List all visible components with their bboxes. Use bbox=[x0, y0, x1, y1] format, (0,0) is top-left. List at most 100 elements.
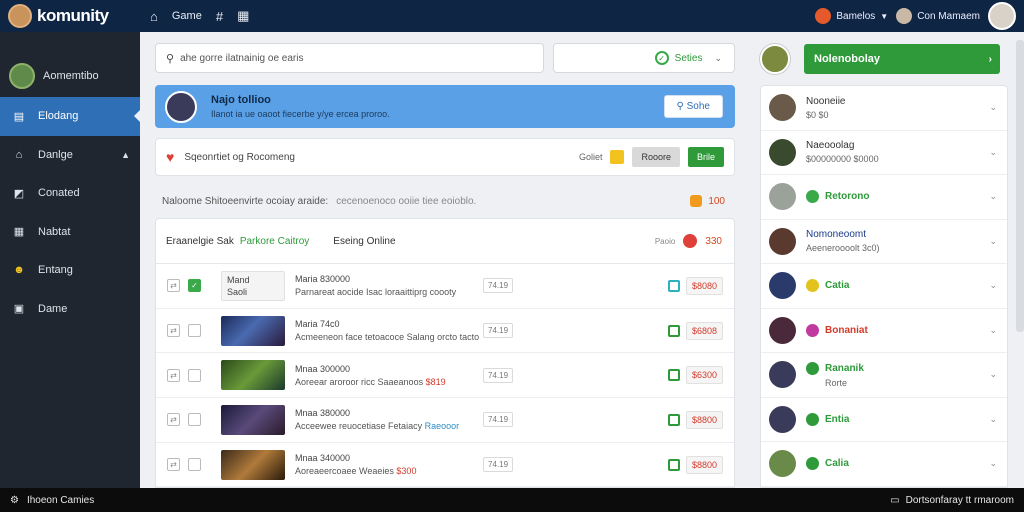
sidebar-item-label: Conated bbox=[38, 187, 80, 200]
row-right: $6300 bbox=[667, 366, 723, 385]
sidebar-item-2[interactable]: ◩ Conated bbox=[0, 174, 140, 213]
row-price[interactable]: $8080 bbox=[685, 276, 723, 295]
item-name-text: Calia bbox=[825, 458, 849, 470]
list-header-b[interactable]: Parkore Caitroy bbox=[240, 236, 309, 247]
item-sub: $0 $0 bbox=[806, 109, 829, 120]
row-price[interactable]: $8800 bbox=[685, 455, 723, 474]
sidebar-item-1[interactable]: ⌂ Danlge ▲ bbox=[0, 136, 140, 175]
row-price[interactable]: $8800 bbox=[685, 410, 723, 429]
banner-subtitle: Ilanot ia ue oaoot fiecerbe y/ye ercea p… bbox=[211, 109, 390, 119]
avatar[interactable] bbox=[760, 44, 790, 74]
row-checkbox[interactable] bbox=[188, 324, 201, 338]
status-bar: ⚙ Ihoeon Camies ▭ Dortsonfaray tt rmaroo… bbox=[0, 488, 1024, 512]
row-select-checkbox[interactable]: ⇄ bbox=[167, 324, 180, 338]
status-dot-icon bbox=[806, 361, 819, 375]
table-row[interactable]: ⇄ Mnaa 300000 Aoreear aroroor ricc Saaea… bbox=[156, 353, 734, 399]
chip1-label: Bamelos bbox=[836, 10, 876, 22]
row-title: Mnaa 300000 bbox=[295, 363, 351, 374]
row-price[interactable]: $6808 bbox=[685, 321, 723, 340]
banner-search-button[interactable]: ⚲ Sohe bbox=[663, 95, 723, 118]
scrollbar[interactable] bbox=[1016, 40, 1024, 332]
filter-select[interactable]: ✓ Seties ⌄ bbox=[553, 43, 735, 73]
sidebar-item-5[interactable]: ▣ Dame bbox=[0, 290, 140, 329]
user-chip-1[interactable]: Bamelos ▼ bbox=[815, 8, 888, 24]
chevron-down-icon[interactable]: ⌄ bbox=[989, 325, 997, 336]
search-input[interactable] bbox=[180, 52, 521, 64]
status-right[interactable]: ▭ Dortsonfaray tt rmaroom bbox=[890, 495, 1014, 506]
hashtag-icon[interactable]: # bbox=[216, 9, 223, 24]
row-title: Maria 830000 bbox=[295, 274, 351, 285]
row-checkbox[interactable] bbox=[188, 368, 201, 382]
list-item[interactable]: Rananik Rorte ⌄ bbox=[761, 353, 1007, 398]
list-item[interactable]: Retorono ⌄ bbox=[761, 175, 1007, 220]
sidebar-profile[interactable]: Aomemtibo bbox=[0, 32, 140, 97]
table-row[interactable]: ⇄ Maria 74c0 Acmeeneon face tetoacoce Sa… bbox=[156, 309, 734, 354]
nav-game-link[interactable]: Game bbox=[172, 10, 202, 22]
row-select-checkbox[interactable]: ⇄ bbox=[167, 413, 180, 427]
logo-text: komunity bbox=[37, 6, 109, 25]
account-avatar[interactable] bbox=[988, 2, 1016, 30]
row-text: Mnaa 300000 Aoreear aroroor ricc Saaeano… bbox=[295, 364, 475, 387]
row-checkbox[interactable] bbox=[188, 458, 201, 472]
row-checkbox[interactable] bbox=[188, 413, 201, 427]
notice-secondary-button[interactable]: Rooore bbox=[632, 147, 680, 167]
list-header-right: Paoio 330 bbox=[655, 234, 722, 248]
status-right-text: Dortsonfaray tt rmaroom bbox=[905, 494, 1014, 506]
table-row[interactable]: ⇄ Mnaa 340000 Aoreaeercoaee Weaeies $300… bbox=[156, 443, 734, 487]
list-header-c[interactable]: Eseing Online bbox=[333, 236, 395, 247]
item-sub: $00000000 $0000 bbox=[806, 154, 879, 165]
list-item[interactable]: Calia ⌄ bbox=[761, 442, 1007, 487]
profile-banner: Najo tollioo Ilanot ia ue oaoot fiecerbe… bbox=[155, 85, 735, 128]
status-icon bbox=[667, 413, 680, 426]
chip2-label: Con Mamaem bbox=[917, 10, 980, 22]
home-icon[interactable]: ⌂ bbox=[150, 9, 158, 24]
chevron-down-icon: ⌄ bbox=[714, 52, 722, 63]
row-select-checkbox[interactable]: ⇄ bbox=[167, 368, 180, 382]
sidebar-item-label: Danlge bbox=[38, 148, 73, 161]
row-desc: Aoreaeercoaee Weaeies bbox=[295, 466, 394, 477]
chart-icon: ◩ bbox=[13, 187, 25, 200]
row-price[interactable]: $6300 bbox=[685, 366, 723, 385]
list-item[interactable]: Nooneiie $0 $0 ⌄ bbox=[761, 86, 1007, 131]
table-row[interactable]: ⇄ Mnaa 380000 Acceewee reuocetiase Fetai… bbox=[156, 398, 734, 443]
list-item[interactable]: Catia ⌄ bbox=[761, 264, 1007, 309]
heart-icon: ♥ bbox=[166, 149, 175, 165]
row-select-checkbox[interactable]: ⇄ bbox=[167, 458, 180, 472]
row-desc: Acmeeneon face tetoacoce Salang orcto ta… bbox=[295, 332, 480, 343]
row-thumbnail bbox=[221, 315, 285, 346]
list-item[interactable]: Nomoneoomt Aeeneroooolt 3c0) ⌄ bbox=[761, 220, 1007, 264]
row-title: Maria 74c0 bbox=[295, 319, 340, 330]
sidebar-item-3[interactable]: ▦ Nabtat bbox=[0, 213, 140, 252]
chevron-down-icon[interactable]: ⌄ bbox=[989, 102, 997, 113]
notice-primary-button[interactable]: Brile bbox=[687, 147, 724, 167]
avatar bbox=[769, 227, 796, 255]
row-pill: 74.19 bbox=[483, 412, 514, 428]
chevron-down-icon[interactable]: ⌄ bbox=[989, 414, 997, 425]
chevron-down-icon[interactable]: ⌄ bbox=[989, 147, 997, 158]
chevron-down-icon[interactable]: ⌄ bbox=[989, 191, 997, 202]
chevron-down-icon[interactable]: ⌄ bbox=[989, 236, 997, 247]
row-select-checkbox[interactable]: ⇄ bbox=[167, 279, 180, 293]
chevron-down-icon[interactable]: ⌄ bbox=[989, 458, 997, 469]
grid-icon[interactable]: ▦ bbox=[237, 8, 249, 24]
chevron-down-icon[interactable]: ⌄ bbox=[989, 280, 997, 291]
right-panel-button[interactable]: Nolenobolay › bbox=[804, 44, 1000, 74]
table-row[interactable]: ⇄ ✓ Mand Saoli Maria 830000 Parnareat ao… bbox=[156, 264, 734, 309]
banner-button-label: Sohe bbox=[686, 101, 710, 112]
list-item[interactable]: Naeooolag $00000000 $0000 ⌄ bbox=[761, 131, 1007, 175]
list-item[interactable]: Bonaniat ⌄ bbox=[761, 309, 1007, 353]
row-checkbox[interactable]: ✓ bbox=[188, 279, 201, 293]
row-text: Mnaa 340000 Aoreaeercoaee Weaeies $300 bbox=[295, 453, 475, 476]
logo-avatar bbox=[8, 4, 32, 28]
list-item[interactable]: Entia ⌄ bbox=[761, 398, 1007, 442]
avatar bbox=[769, 94, 796, 122]
logo[interactable]: komunity bbox=[0, 4, 150, 28]
chevron-down-icon[interactable]: ⌄ bbox=[989, 369, 997, 380]
row-desc-extra: Raeooor bbox=[424, 421, 460, 432]
user-chip-2[interactable]: Con Mamaem bbox=[896, 8, 980, 24]
sidebar-item-4[interactable]: ☻ Entang bbox=[0, 251, 140, 290]
status-left[interactable]: ⚙ Ihoeon Camies bbox=[10, 495, 94, 506]
section-subtitle: cecenoenoco ooiie tiee eoioblo. bbox=[336, 195, 477, 207]
section-title: Naloome Shitoeenvirte ocoiay araide: bbox=[162, 195, 329, 207]
sidebar-item-0[interactable]: ▤ Elodang bbox=[0, 97, 140, 136]
